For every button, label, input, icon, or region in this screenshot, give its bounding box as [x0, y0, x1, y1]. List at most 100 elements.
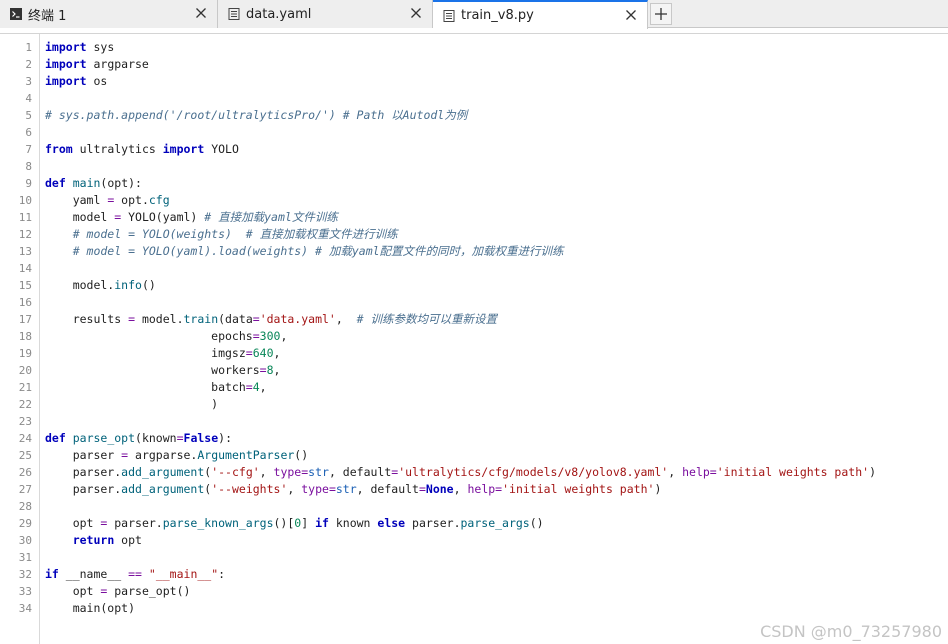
- tab-terminal[interactable]: 终端 1: [0, 0, 218, 28]
- tab-train-v8-py[interactable]: train_v8.py: [433, 0, 648, 29]
- code-line: epochs=300,: [45, 328, 948, 345]
- code-token: type: [273, 465, 302, 479]
- line-number: 10: [18, 194, 32, 207]
- code-line: batch=4,: [45, 379, 948, 396]
- code-token: ,: [453, 482, 468, 496]
- line-number: 24: [18, 432, 32, 445]
- code-token: def: [45, 431, 66, 445]
- watermark: CSDN @m0_73257980: [760, 622, 942, 641]
- code-line: import os: [45, 73, 948, 90]
- code-line: opt = parse_opt(): [45, 583, 948, 600]
- code-token: ,: [280, 329, 288, 343]
- document-icon: [443, 9, 455, 22]
- code-line: opt = parser.parse_known_args()[0] if kn…: [45, 515, 948, 532]
- line-number: 4: [25, 92, 32, 105]
- close-icon[interactable]: [410, 7, 422, 19]
- code-token: yaml: [45, 193, 108, 207]
- code-token: # sys.path.append('/root/ultralyticsPro/…: [45, 108, 468, 122]
- code-token: =: [245, 346, 253, 360]
- line-number: 17: [18, 313, 32, 326]
- line-number: 26: [18, 466, 32, 479]
- code-line: workers=8,: [45, 362, 948, 379]
- code-token: known: [328, 516, 378, 530]
- code-token: 'initial weights path': [716, 465, 870, 479]
- code-line: yaml = opt.cfg: [45, 192, 948, 209]
- new-tab-button[interactable]: [650, 3, 672, 25]
- code-token: info: [114, 278, 142, 292]
- code-token: os: [86, 74, 108, 88]
- line-number: 13: [18, 245, 32, 258]
- line-number: 30: [18, 534, 32, 547]
- code-token: opt.: [114, 193, 149, 207]
- code-token: ,: [335, 312, 357, 326]
- code-token: # model = YOLO(yaml).load(weights) # 加载y…: [45, 244, 564, 258]
- code-token: results: [45, 312, 129, 326]
- code-token: parser.: [107, 516, 163, 530]
- code-token: ,: [287, 482, 302, 496]
- line-number: 32: [18, 568, 32, 581]
- code-token: batch: [45, 380, 246, 394]
- code-token: sys: [86, 40, 115, 54]
- code-token: False: [183, 431, 219, 445]
- code-token: (known: [135, 431, 177, 445]
- line-number: 31: [18, 551, 32, 564]
- code-token: =: [245, 380, 253, 394]
- code-token: 300: [259, 329, 281, 343]
- code-token: parse_known_args: [162, 516, 274, 530]
- code-token: ): [869, 465, 876, 479]
- code-token: ,: [668, 465, 683, 479]
- code-token: model: [45, 210, 115, 224]
- code-line: imgsz=640,: [45, 345, 948, 362]
- code-token: =: [252, 329, 260, 343]
- code-token: help: [682, 465, 710, 479]
- code-token: =: [128, 312, 136, 326]
- code-token: import: [162, 142, 205, 156]
- code-token: # 训练参数均可以重新设置: [356, 312, 497, 326]
- code-line: parser = argparse.ArgumentParser(): [45, 447, 948, 464]
- code-token: opt: [114, 533, 142, 547]
- code-token: from: [45, 142, 73, 156]
- close-icon[interactable]: [625, 9, 637, 21]
- line-number: 33: [18, 585, 32, 598]
- code-token: opt: [45, 516, 101, 530]
- line-number: 27: [18, 483, 32, 496]
- line-number: 34: [18, 602, 32, 615]
- close-icon[interactable]: [195, 7, 207, 19]
- line-number: 14: [18, 262, 32, 275]
- code-token: main: [72, 176, 101, 190]
- line-number: 3: [25, 75, 32, 88]
- code-token: else: [377, 516, 406, 530]
- code-token: ultralytics: [72, 142, 163, 156]
- code-editor[interactable]: import sys import argparse import os # sys…: [45, 39, 948, 617]
- line-number: 18: [18, 330, 32, 343]
- code-token: train: [183, 312, 219, 326]
- terminal-icon: [10, 8, 22, 20]
- code-token: workers: [45, 363, 260, 377]
- line-number: 22: [18, 398, 32, 411]
- code-token: 'initial weights path': [502, 482, 655, 496]
- code-token: parse_opt: [72, 431, 136, 445]
- code-token: ArgumentParser: [197, 448, 295, 462]
- code-line: from ultralytics import YOLO: [45, 141, 948, 158]
- code-token: =: [176, 431, 184, 445]
- plus-icon: [655, 8, 667, 20]
- line-number-gutter: 1 2 3 4 5 6 7 8 9 10 11 12 13 14 15 16 17 18 19 20 21 22 23 24 2…: [0, 34, 40, 644]
- editor-top-border: [0, 33, 948, 34]
- line-number: 21: [18, 381, 32, 394]
- code-token: parser: [45, 448, 122, 462]
- code-line: model.info(): [45, 277, 948, 294]
- line-number: 20: [18, 364, 32, 377]
- tab-label: train_v8.py: [461, 8, 534, 23]
- code-line: parser.add_argument('--weights', type=st…: [45, 481, 948, 498]
- code-token: parse_args: [460, 516, 530, 530]
- line-number: 19: [18, 347, 32, 360]
- tab-data-yaml[interactable]: data.yaml: [218, 0, 433, 28]
- code-token: ,: [273, 346, 281, 360]
